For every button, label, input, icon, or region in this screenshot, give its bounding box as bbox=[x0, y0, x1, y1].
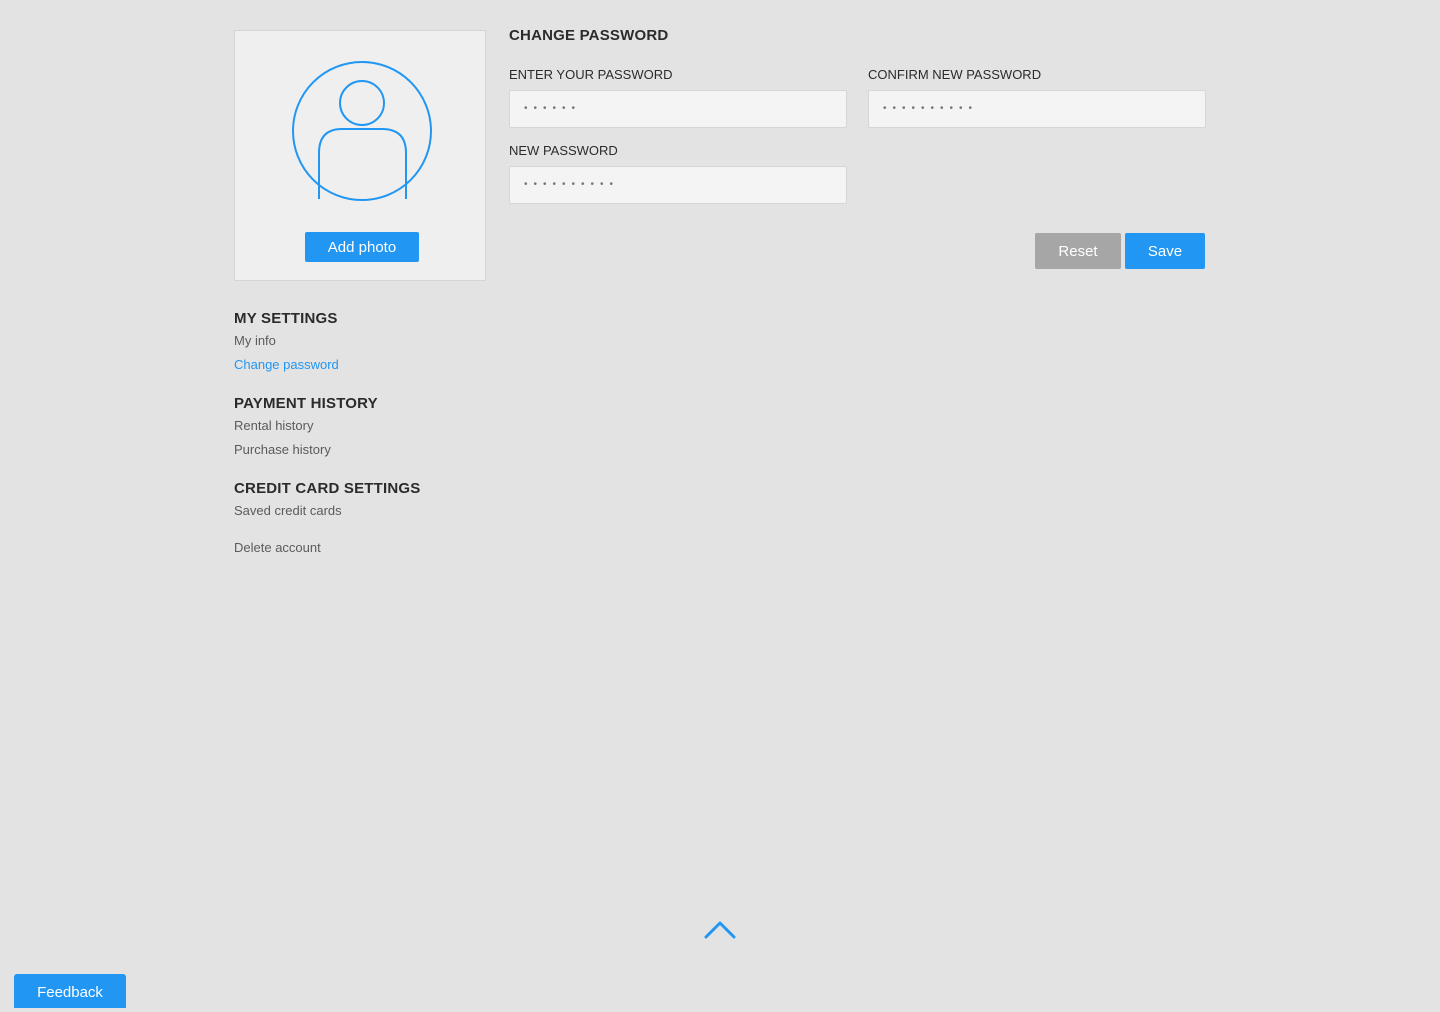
confirm-password-field: CONFIRM NEW PASSWORD •••••••••• bbox=[868, 67, 1206, 128]
page-title: CHANGE PASSWORD bbox=[509, 27, 669, 44]
sidebar-item-change-password[interactable]: Change password bbox=[234, 353, 486, 377]
menu-heading-credit-card-settings: CREDIT CARD SETTINGS bbox=[234, 480, 421, 497]
confirm-password-label: CONFIRM NEW PASSWORD bbox=[868, 67, 1042, 82]
change-password-form: CHANGE PASSWORD ENTER YOUR PASSWORD ••••… bbox=[509, 26, 1206, 269]
user-avatar-icon bbox=[292, 61, 432, 201]
current-password-input[interactable]: •••••• bbox=[509, 90, 847, 128]
feedback-button[interactable]: Feedback bbox=[14, 974, 126, 1008]
new-password-label: NEW PASSWORD bbox=[509, 143, 618, 158]
sidebar-item-purchase-history[interactable]: Purchase history bbox=[234, 438, 486, 462]
sidebar-item-rental-history[interactable]: Rental history bbox=[234, 414, 486, 438]
menu-group-payment-history: PAYMENT HISTORY Rental history Purchase … bbox=[234, 394, 486, 462]
menu-group-credit-card-settings: CREDIT CARD SETTINGS Saved credit cards bbox=[234, 479, 486, 523]
menu-heading-payment-history: PAYMENT HISTORY bbox=[234, 395, 378, 412]
settings-sidebar: MY SETTINGS My info Change password PAYM… bbox=[234, 309, 486, 560]
new-password-field: NEW PASSWORD •••••••••• bbox=[509, 143, 847, 204]
add-photo-button[interactable]: Add photo bbox=[305, 232, 419, 262]
sidebar-item-delete-account[interactable]: Delete account bbox=[234, 536, 486, 560]
current-password-label: ENTER YOUR PASSWORD bbox=[509, 67, 673, 82]
save-button[interactable]: Save bbox=[1125, 233, 1205, 269]
new-password-input[interactable]: •••••••••• bbox=[509, 166, 847, 204]
menu-group-my-settings: MY SETTINGS My info Change password bbox=[234, 309, 486, 377]
current-password-field: ENTER YOUR PASSWORD •••••• bbox=[509, 67, 847, 128]
profile-photo-card: Add photo bbox=[234, 30, 486, 281]
sidebar-item-my-info[interactable]: My info bbox=[234, 329, 486, 353]
chevron-up-icon[interactable] bbox=[704, 918, 736, 940]
sidebar-item-saved-credit-cards[interactable]: Saved credit cards bbox=[234, 499, 486, 523]
reset-button[interactable]: Reset bbox=[1035, 233, 1121, 269]
menu-heading-my-settings: MY SETTINGS bbox=[234, 310, 338, 327]
confirm-password-input[interactable]: •••••••••• bbox=[868, 90, 1206, 128]
